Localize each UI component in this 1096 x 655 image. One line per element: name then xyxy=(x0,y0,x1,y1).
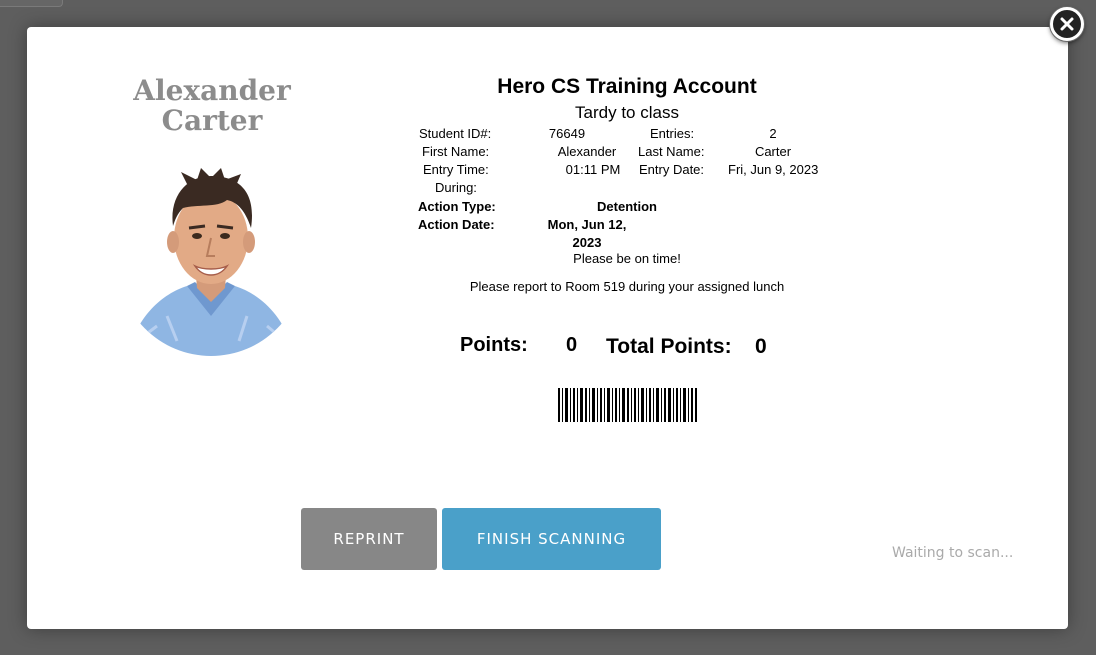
points-label: Points: xyxy=(460,334,528,356)
student-photo xyxy=(117,166,305,356)
entry-time-value: 01:11 PM xyxy=(565,162,621,177)
action-date-value-line2: 2023 xyxy=(572,235,602,250)
during-label: During: xyxy=(435,180,477,195)
entry-time-label: Entry Time: xyxy=(423,162,489,177)
action-type-value: Detention xyxy=(597,199,657,214)
action-type-label: Action Type: xyxy=(418,199,496,214)
account-title: Hero CS Training Account xyxy=(497,75,757,98)
action-date-label: Action Date: xyxy=(418,217,495,232)
student-first-name: Alexander xyxy=(133,74,291,107)
student-id-value: 76649 xyxy=(548,126,586,141)
reprint-button[interactable]: REPRINT xyxy=(301,508,437,570)
background-tab xyxy=(0,0,63,7)
message-line-2: Please report to Room 519 during your as… xyxy=(469,279,785,294)
message-line-1: Please be on time! xyxy=(573,251,681,266)
entry-date-value: Fri, Jun 9, 2023 xyxy=(728,162,819,177)
close-button[interactable] xyxy=(1050,7,1084,41)
entries-label: Entries: xyxy=(650,126,695,141)
scan-status: Waiting to scan... xyxy=(892,545,1014,561)
last-name-label: Last Name: xyxy=(638,144,705,159)
points-value: 0 xyxy=(566,334,578,356)
first-name-label: First Name: xyxy=(422,144,490,159)
student-name: Alexander Carter xyxy=(122,76,302,136)
close-icon xyxy=(1060,17,1074,31)
student-barcode xyxy=(558,388,697,422)
first-name-value: Alexander xyxy=(557,144,617,159)
last-name-value: Carter xyxy=(754,144,792,159)
action-date-value-line1: Mon, Jun 12, xyxy=(547,217,627,232)
student-last-name: Carter xyxy=(161,104,263,137)
incident-type: Tardy to class xyxy=(575,103,679,122)
finish-scanning-button[interactable]: FINISH SCANNING xyxy=(442,508,661,570)
total-points-value: 0 xyxy=(755,335,767,358)
scan-result-modal: Alexander Carter Hero CS Training Accoun… xyxy=(27,27,1068,629)
entries-value: 2 xyxy=(769,126,777,141)
total-points-label: Total Points: xyxy=(606,335,732,358)
entry-date-label: Entry Date: xyxy=(639,162,705,177)
student-photo-image xyxy=(117,166,305,356)
student-id-label: Student ID#: xyxy=(419,126,492,141)
